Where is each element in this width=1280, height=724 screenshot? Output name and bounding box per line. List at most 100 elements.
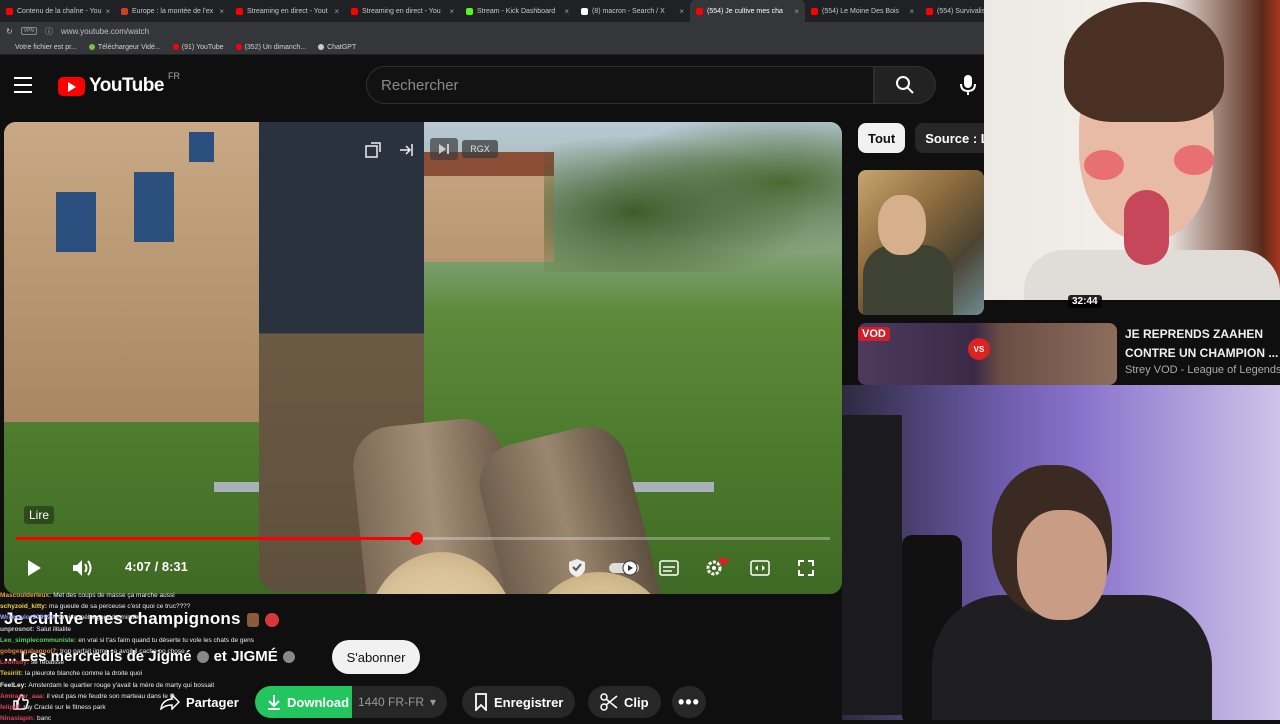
chat-message: Ninaslapin: banc (0, 713, 330, 724)
tab-close-icon[interactable]: × (679, 7, 684, 16)
bookmark-item[interactable]: (352) Un dimanch... (235, 44, 306, 51)
recommended-thumbnail[interactable] (858, 170, 984, 315)
subscribe-button[interactable]: S'abonner (332, 640, 420, 674)
chat-text: Met des coups de masse ça marche aussi (53, 592, 175, 599)
recommended-title-line: CONTRE UN CHAMPION ... (1125, 346, 1279, 360)
tab-label: Contenu de la chaîne - You (17, 7, 102, 15)
time-display: 4:07 / 8:31 (125, 559, 188, 574)
quality-value: 1440 FR-FR (358, 695, 425, 709)
recommended-title[interactable]: JE REPRENDS ZAAHEN CONTRE UN CHAMPION ..… (1125, 325, 1280, 363)
bookmark-item[interactable]: Téléchargeur Vidé... (88, 44, 161, 51)
tab-close-icon[interactable]: × (794, 7, 799, 16)
facecam-overlay-bottom (842, 385, 1280, 720)
bookmark-item[interactable]: Votre fichier est pr... (6, 44, 77, 51)
chat-message: schyzoid_kitty: ma gueule de sa perceuse … (0, 601, 330, 612)
volume-button[interactable] (70, 556, 96, 580)
tab-close-icon[interactable]: × (564, 7, 569, 16)
facecam-hair (1064, 2, 1224, 122)
tab-close-icon[interactable]: × (219, 7, 224, 16)
chat-message: Leo_simplecommuniste: en vrai si t'as fai… (0, 635, 330, 646)
popout-icon[interactable] (362, 140, 384, 160)
clip-button[interactable]: Clip (588, 686, 661, 718)
skip-icon[interactable] (430, 138, 458, 160)
thumbnail-person (863, 245, 953, 315)
browser-tab[interactable]: Streaming en direct - You × (345, 0, 460, 22)
browser-tab[interactable]: (8) macron - Search / X × (575, 0, 690, 22)
chat-username: Leo_simplecommuniste: (0, 636, 77, 644)
progress-bar[interactable] (16, 532, 830, 545)
tab-close-icon[interactable]: × (105, 7, 110, 16)
search-button[interactable] (874, 66, 936, 104)
youtube-logo[interactable]: YouTube FR (58, 71, 180, 97)
recommended-channel[interactable]: Strey VOD - League of Legends (1125, 364, 1280, 376)
chat-message: Mascoulderleux: Met des coups de masse ça… (0, 590, 330, 601)
url-field[interactable]: www.youtube.com/watch (61, 27, 149, 36)
progress-knob[interactable] (409, 532, 423, 545)
youtube-header: YouTube FR Rechercher (0, 56, 984, 114)
subtitles-icon[interactable] (656, 556, 682, 580)
facecam-cheek (1174, 145, 1214, 175)
open-external-icon[interactable] (395, 140, 417, 160)
reload-icon[interactable]: ↻ (6, 27, 13, 36)
autoplay-toggle[interactable] (606, 558, 642, 578)
play-button[interactable] (22, 556, 46, 580)
vpn-badge[interactable]: VPN (20, 27, 37, 35)
tab-close-icon[interactable]: × (909, 7, 914, 16)
vs-icon: VS (968, 338, 990, 360)
chevron-down-icon: ▾ (430, 695, 437, 709)
fullscreen-icon[interactable] (793, 556, 819, 580)
browser-tab[interactable]: Europe : la montée de l'ex × (115, 0, 230, 22)
search-input[interactable]: Rechercher (366, 66, 874, 104)
chat-username: felipef: (0, 704, 22, 712)
chat-message: gobgengabagool7: trop parfait jigme ca av… (0, 646, 330, 657)
tab-label: Streaming en direct - You (362, 7, 441, 15)
video-frame-barn (424, 152, 554, 262)
chat-message: FeelLey: Amsterdam le quartier rouge y'av… (0, 680, 330, 691)
settings-gear-icon[interactable] (701, 556, 731, 580)
recommended-thumbnail[interactable]: VOD VS (858, 323, 1117, 385)
microphone-icon[interactable] (950, 66, 986, 104)
browser-tab[interactable]: Stream - Kick Dashboard × (460, 0, 575, 22)
ad-block-icon[interactable] (564, 556, 590, 580)
hamburger-menu-icon[interactable] (14, 77, 32, 93)
scissors-icon (600, 693, 618, 711)
chat-username: schyzoid_kitty: (0, 603, 47, 611)
chat-username: FeelLey: (0, 681, 27, 689)
theater-mode-icon[interactable] (747, 556, 773, 580)
more-actions-button[interactable]: ••• (672, 686, 706, 718)
search-icon (896, 76, 914, 94)
tab-favicon-icon (351, 7, 358, 15)
bookmark-item[interactable]: ChatGPT (318, 44, 356, 51)
save-label: Enregistrer (494, 694, 564, 710)
tab-favicon-icon (811, 7, 818, 15)
vod-badge: VOD (858, 327, 890, 341)
quality-select[interactable]: 1440 FR-FR ▾ (352, 686, 447, 718)
recommended-title-line: JE REPRENDS ZAAHEN (1125, 327, 1264, 341)
browser-tab[interactable]: (554) Survivalisme: Self-c× (920, 0, 984, 22)
chat-username: Amiraaar_aaa: (0, 692, 45, 700)
save-button[interactable]: Enregistrer (462, 686, 576, 718)
video-frame-window (56, 192, 96, 252)
browser-tab[interactable]: (554) Je cultive mes cha × (690, 0, 805, 22)
video-frame-window (189, 132, 214, 162)
thumbnail-face (878, 195, 926, 255)
chat-text: la pleurote blanche comme la droite quoi (25, 670, 143, 678)
clip-label: Clip (624, 694, 649, 710)
browser-tab[interactable]: (554) Le Moine Des Bois × (805, 0, 920, 22)
filter-chips: Tout Source : L (858, 123, 999, 153)
rgx-overlay-button[interactable]: RGX (462, 140, 498, 158)
browser-tab[interactable]: Contenu de la chaîne - You × (0, 0, 115, 22)
tab-close-icon[interactable]: × (334, 7, 339, 16)
tab-favicon-icon (121, 7, 128, 15)
video-player[interactable]: RGX Lire 4:07 / 8:31 (4, 122, 842, 594)
chat-text: Salut ilitalite (36, 625, 71, 633)
chat-text: ray Craclé sur le fitness park (23, 704, 106, 712)
chip-all[interactable]: Tout (858, 123, 906, 153)
chat-message: Tesiriit: la pleurote blanche comme la dr… (0, 668, 330, 679)
tab-close-icon[interactable]: × (449, 7, 454, 16)
browser-tab[interactable]: Streaming en direct - Yout × (230, 0, 345, 22)
more-icon: ••• (678, 691, 700, 712)
play-icon (28, 560, 41, 576)
chat-text: en vrai si t'as faim quand tu déserte tu… (78, 636, 254, 644)
bookmark-item[interactable]: (91) YouTube (172, 44, 224, 51)
